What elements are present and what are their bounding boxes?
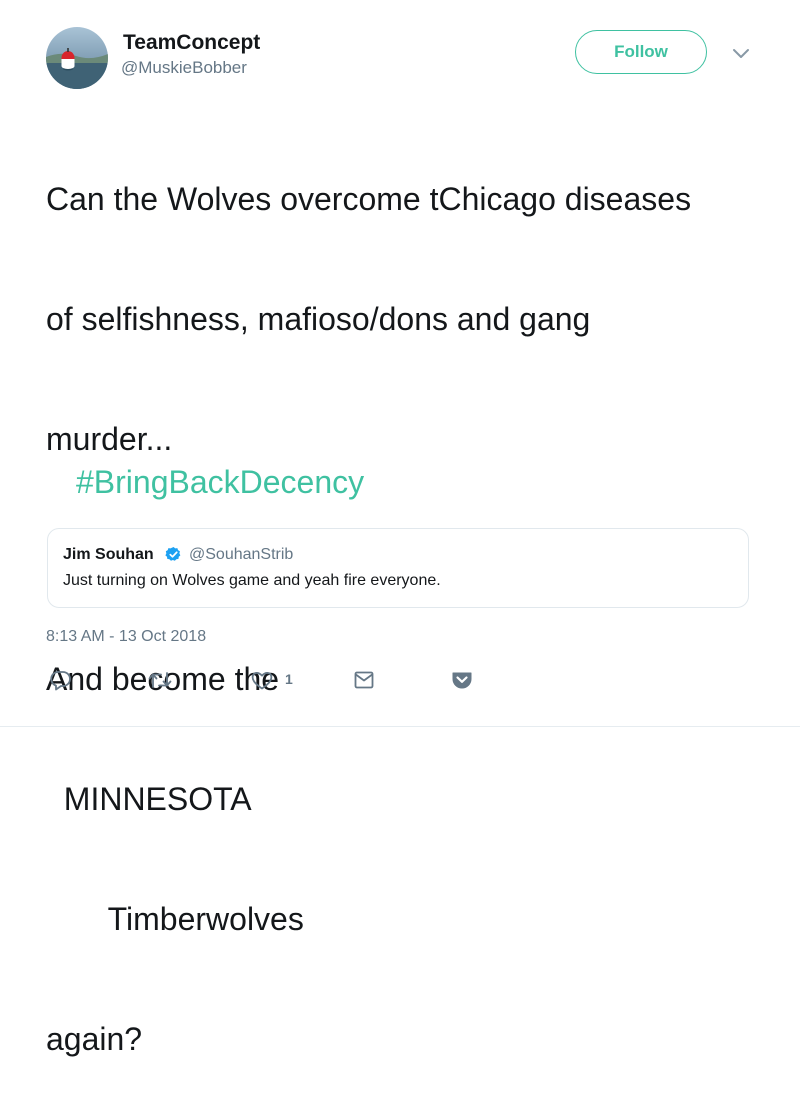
user-handle[interactable]: @MuskieBobber	[121, 58, 247, 78]
tweet-line: MINNESOTA	[46, 781, 252, 817]
pocket-icon[interactable]	[450, 668, 474, 692]
tweet-line: Can the Wolves overcome tChicago disease…	[46, 181, 692, 217]
quoted-display-name: Jim Souhan	[63, 546, 154, 563]
quoted-handle: @SouhanStrib	[189, 546, 294, 563]
tweet-line: Timberwolves	[46, 901, 304, 937]
tweet-line: murder...	[46, 421, 173, 457]
tweet-timestamp[interactable]: 8:13 AM - 13 Oct 2018	[46, 628, 206, 646]
dm-icon[interactable]	[352, 668, 376, 692]
quoted-tweet-card[interactable]: Jim Souhan @SouhanStrib Just turning on …	[47, 528, 749, 608]
hashtag-link[interactable]: #BringBackDecency	[76, 462, 364, 502]
tweet-line: again?	[46, 1021, 143, 1057]
bottom-divider	[0, 726, 800, 727]
reply-icon[interactable]	[49, 668, 73, 692]
avatar-image	[46, 27, 108, 89]
chevron-down-icon[interactable]	[731, 45, 751, 61]
like-count: 1	[285, 671, 293, 687]
follow-button[interactable]: Follow	[575, 30, 707, 74]
tweet-line: of selfishness, mafioso/dons and gang	[46, 301, 591, 337]
quoted-tweet-text: Just turning on Wolves game and yeah fir…	[63, 572, 441, 589]
avatar[interactable]	[46, 27, 108, 89]
retweet-icon[interactable]	[147, 668, 173, 692]
verified-badge-icon	[165, 546, 182, 563]
display-name[interactable]: TeamConcept	[123, 31, 260, 55]
like-icon[interactable]	[250, 668, 274, 692]
